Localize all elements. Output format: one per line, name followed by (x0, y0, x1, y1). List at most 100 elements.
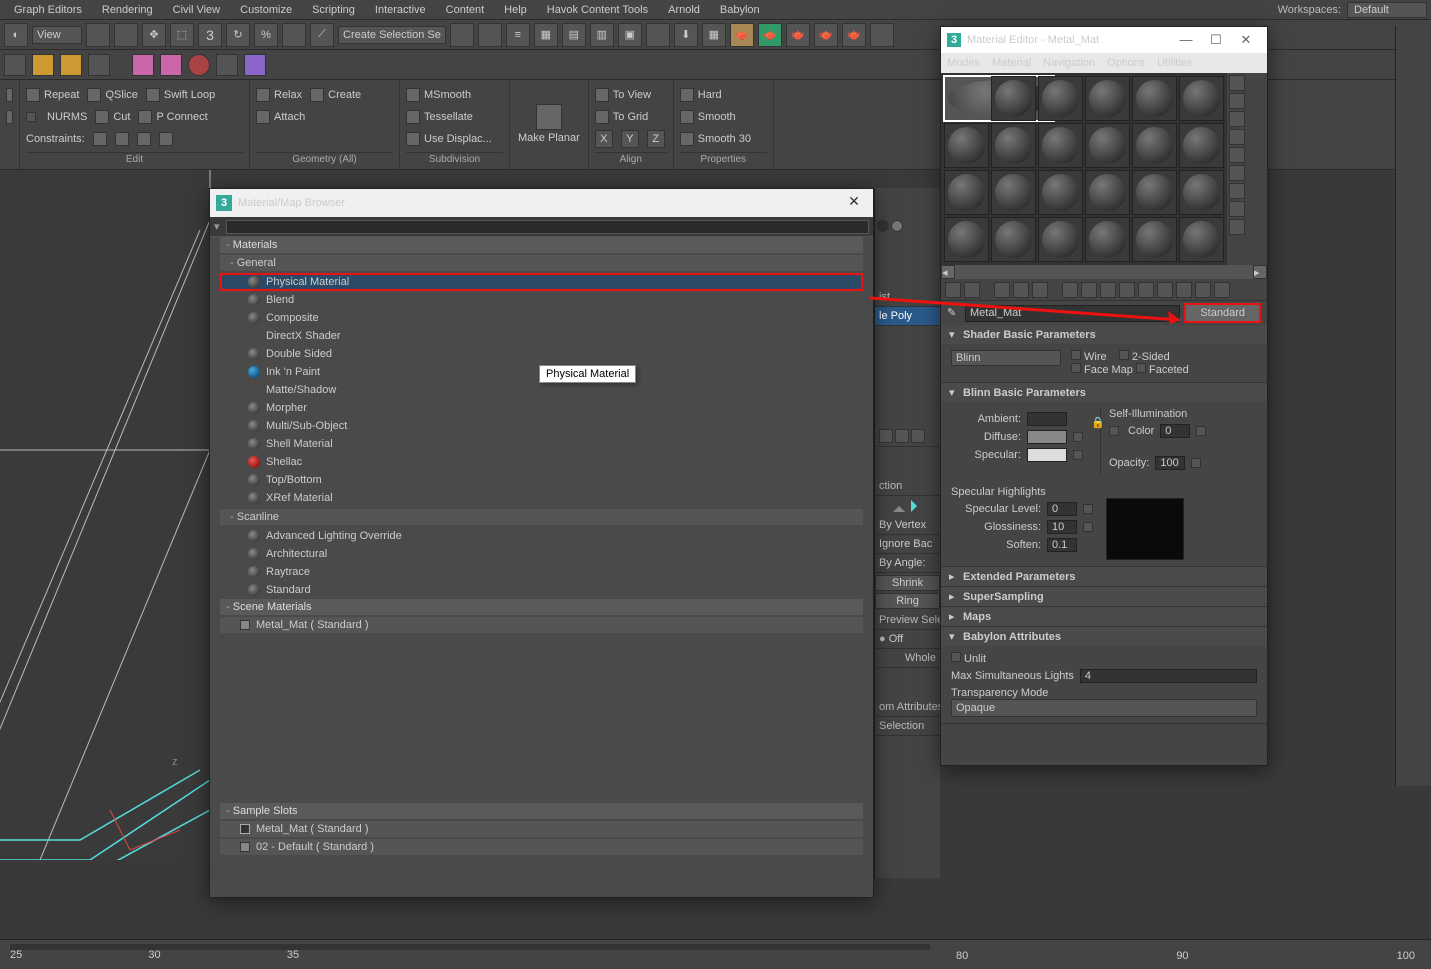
selfillum-spinner[interactable]: 0 (1160, 424, 1190, 438)
tool-icon[interactable] (1229, 93, 1245, 109)
subobj-icon[interactable] (893, 500, 905, 512)
ring-button[interactable]: Ring (875, 593, 940, 609)
pconnect-button[interactable]: P Connect (138, 110, 207, 124)
material-slot[interactable] (1038, 123, 1083, 168)
material-item[interactable]: Shellac (220, 453, 863, 471)
tool-icon[interactable] (646, 23, 670, 47)
ribbon-icon[interactable] (6, 110, 13, 124)
panel-icon[interactable] (895, 429, 909, 443)
material-item[interactable]: Shell Material (220, 435, 863, 453)
tool-icon[interactable] (1229, 111, 1245, 127)
tool-icon[interactable] (1176, 282, 1192, 298)
rollout-header[interactable]: ▾Blinn Basic Parameters (941, 383, 1267, 402)
rollout-header[interactable]: ▸SuperSampling (941, 587, 1267, 606)
material-slot[interactable] (991, 170, 1036, 215)
section-header[interactable]: Sample Slots (220, 803, 863, 819)
material-slot[interactable] (1179, 76, 1224, 121)
material-name-input[interactable] (965, 305, 1180, 322)
material-item[interactable]: Composite (220, 309, 863, 327)
tool-icon[interactable] (1157, 282, 1173, 298)
material-item[interactable]: Standard (220, 581, 863, 599)
timeline[interactable]: 25 30 35 (0, 939, 940, 969)
repeat-button[interactable]: Repeat (26, 88, 79, 102)
material-slot[interactable] (1038, 170, 1083, 215)
section-header[interactable]: Scene Materials (220, 599, 863, 615)
color-checkbox[interactable] (1109, 426, 1119, 436)
tool-icon[interactable] (1119, 282, 1135, 298)
tool-icon[interactable] (1229, 165, 1245, 181)
map-button[interactable] (1083, 504, 1093, 514)
material-item[interactable]: Blend (220, 291, 863, 309)
tessellate-button[interactable]: Tessellate (406, 110, 473, 124)
create-button[interactable]: Create (310, 88, 361, 102)
constraint-icon[interactable] (159, 132, 173, 146)
material-slot[interactable] (1085, 123, 1130, 168)
tool-icon[interactable] (1229, 129, 1245, 145)
tool-icon[interactable]: ⬚ (170, 23, 194, 47)
material-slot[interactable] (1085, 170, 1130, 215)
material-slot[interactable] (1085, 76, 1130, 121)
tool-icon[interactable] (478, 23, 502, 47)
tool-icon[interactable] (216, 54, 238, 76)
scroll-right-icon[interactable]: ▸ (1253, 265, 1267, 279)
shrink-button[interactable]: Shrink (875, 575, 940, 591)
material-slot[interactable] (991, 123, 1036, 168)
panel-tab-icon[interactable] (877, 220, 889, 232)
subobj-icon[interactable] (911, 500, 923, 512)
workspace-selector[interactable]: Default (1347, 2, 1427, 18)
option-label[interactable]: ● Off (875, 630, 940, 649)
render-icon[interactable]: 🫖 (842, 23, 866, 47)
diffuse-swatch[interactable] (1027, 430, 1067, 444)
map-button[interactable] (1083, 522, 1093, 532)
tool-icon[interactable] (1229, 201, 1245, 217)
category-header[interactable]: General (220, 255, 863, 271)
tool-icon[interactable] (86, 23, 110, 47)
msmooth-button[interactable]: MSmooth (406, 88, 471, 102)
render-icon[interactable]: 🫖 (814, 23, 838, 47)
selection-set[interactable]: Create Selection Se (338, 26, 446, 44)
gloss-spinner[interactable]: 10 (1047, 520, 1077, 534)
menu-item[interactable]: Modes (947, 57, 980, 69)
render-icon[interactable]: 🫖 (786, 23, 810, 47)
tool-icon[interactable]: % (254, 23, 278, 47)
close-button[interactable]: ✕ (1231, 32, 1261, 48)
minimize-button[interactable]: — (1171, 32, 1201, 48)
qslice-button[interactable]: QSlice (87, 88, 137, 102)
tool-icon[interactable] (160, 54, 182, 76)
timeline[interactable]: 80 90 100 (940, 939, 1431, 969)
rollout-header[interactable]: ction (875, 477, 940, 496)
close-button[interactable]: ✕ (841, 193, 867, 213)
tool-icon[interactable] (4, 54, 26, 76)
material-slot[interactable] (1085, 217, 1130, 262)
render-icon[interactable]: 🫖 (758, 23, 782, 47)
material-slot[interactable] (944, 217, 989, 262)
menu-item[interactable]: Scripting (302, 2, 365, 18)
tool-icon[interactable]: ⟋ (310, 23, 334, 47)
tool-icon[interactable] (88, 54, 110, 76)
smooth-button[interactable]: Smooth (680, 110, 736, 124)
transmode-select[interactable]: Opaque (951, 699, 1257, 717)
menu-item[interactable]: Options (1107, 57, 1145, 69)
tool-icon[interactable] (244, 54, 266, 76)
tool-icon[interactable] (1229, 183, 1245, 199)
rollout-header[interactable]: ▾Babylon Attributes (941, 627, 1267, 646)
refcoord-selector[interactable]: View (32, 26, 82, 44)
menu-item[interactable]: Babylon (710, 2, 770, 18)
maxlights-spinner[interactable]: 4 (1080, 669, 1257, 683)
tool-icon[interactable]: ◐ (4, 23, 28, 47)
ribbon-icon[interactable] (6, 88, 13, 102)
wire-checkbox[interactable] (1071, 350, 1081, 360)
rollout-header[interactable]: Selection (875, 717, 940, 736)
section-header[interactable]: Materials (220, 237, 863, 253)
tool-icon[interactable]: 3 (198, 23, 222, 47)
category-header[interactable]: Scanline (220, 509, 863, 525)
material-item-physical[interactable]: Physical Material (220, 273, 863, 291)
tool-icon[interactable] (1062, 282, 1078, 298)
shader-type-select[interactable]: Blinn (951, 350, 1061, 366)
rollout-header[interactable]: om Attributes (875, 698, 940, 717)
align-y-button[interactable]: Y (621, 130, 639, 148)
specular-swatch[interactable] (1027, 448, 1067, 462)
menu-item[interactable]: Material (992, 57, 1031, 69)
tool-icon[interactable] (1013, 282, 1029, 298)
material-slot[interactable] (1132, 170, 1177, 215)
